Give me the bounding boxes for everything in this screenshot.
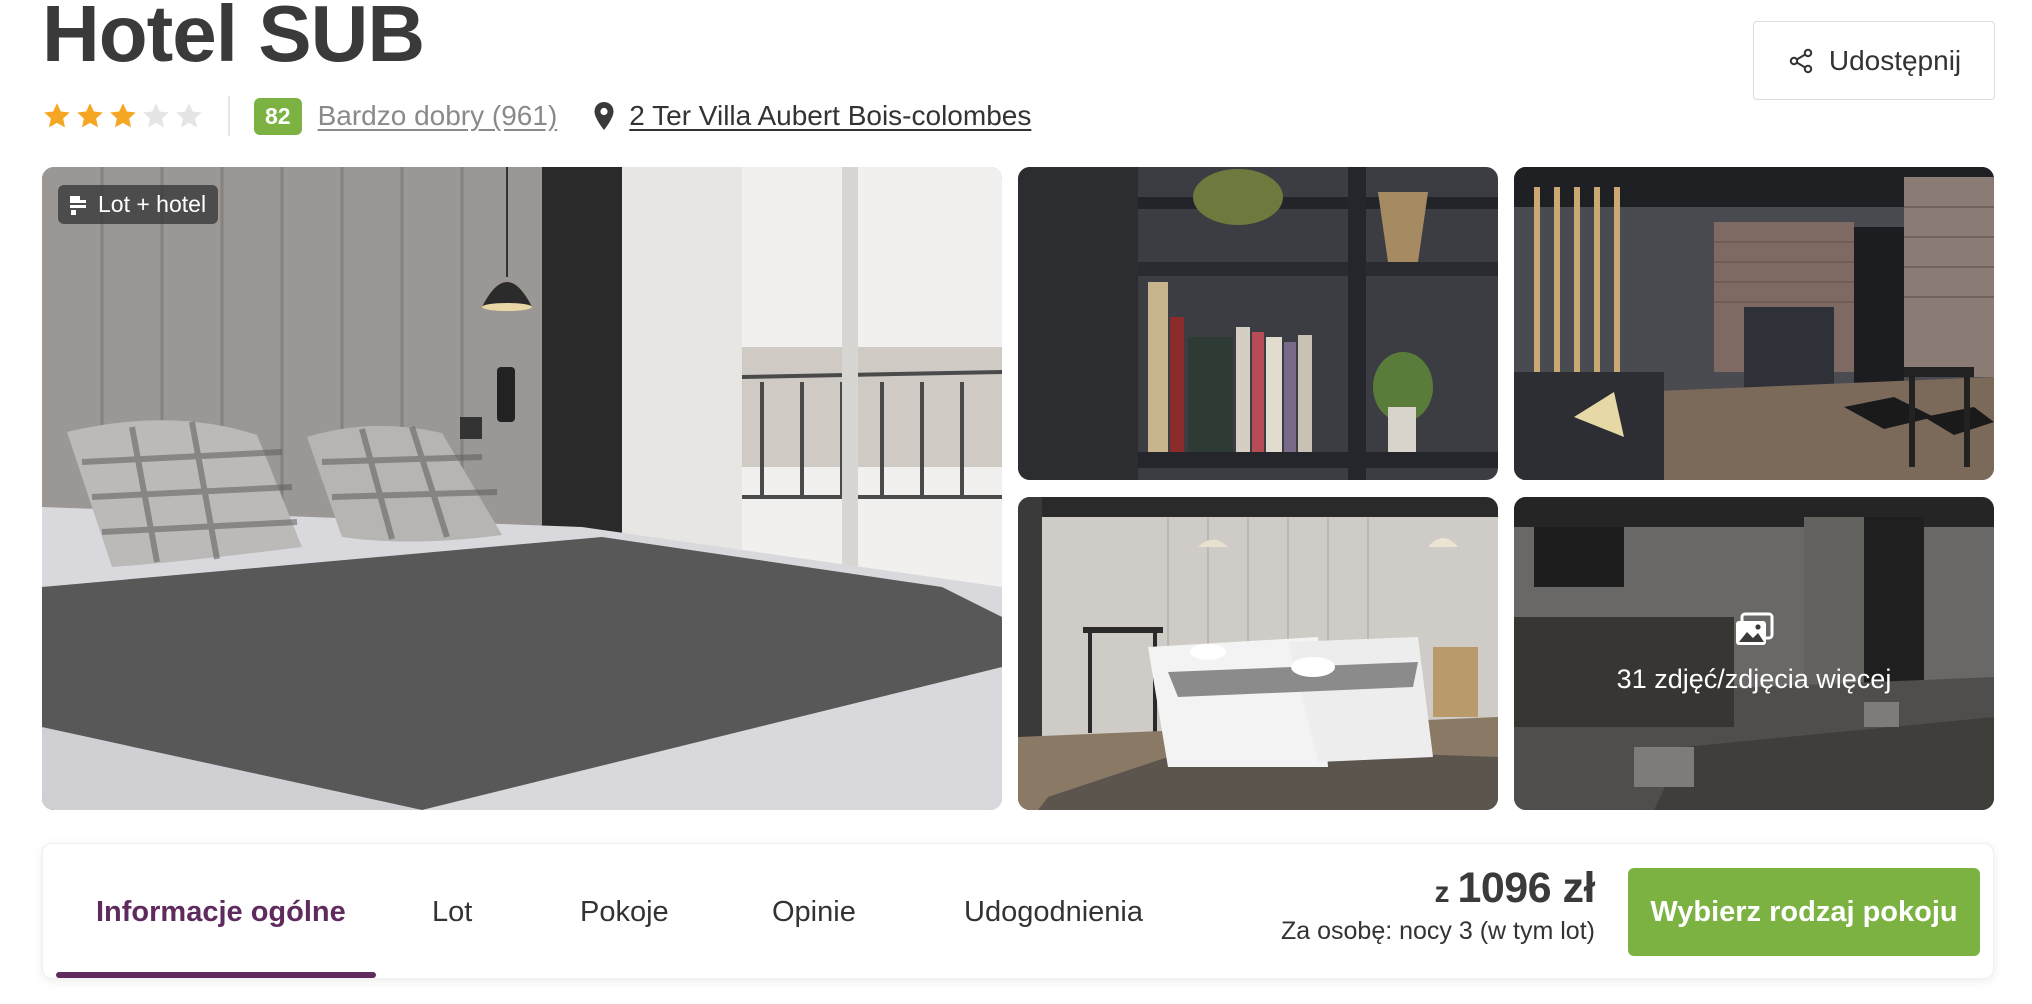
tab-label: Pokoje bbox=[580, 895, 669, 928]
star-empty-icon bbox=[143, 103, 169, 128]
tab-amenities[interactable]: Udogodnienia bbox=[964, 844, 1143, 980]
photo-more-gallery[interactable]: 31 zdjęć/zdjęcia więcej bbox=[1514, 497, 1994, 810]
reviews-link[interactable]: Bardzo dobry (961) bbox=[318, 100, 558, 132]
tab-rooms[interactable]: Pokoje bbox=[580, 844, 669, 980]
star-filled-icon bbox=[110, 103, 136, 128]
main-photo-bedroom[interactable]: Lot + hotel bbox=[42, 167, 1002, 810]
tab-label: Informacje ogólne bbox=[96, 895, 346, 928]
flight-hotel-icon bbox=[70, 195, 86, 215]
more-photos-overlay[interactable]: 31 zdjęć/zdjęcia więcej bbox=[1514, 497, 1994, 810]
star-rating bbox=[42, 101, 204, 131]
star-filled-icon bbox=[77, 103, 103, 128]
price-value: 1096 zł bbox=[1457, 864, 1595, 912]
price-prefix: z bbox=[1434, 876, 1450, 909]
hotel-section-nav: Informacje ogólne Lot Pokoje Opinie Udog… bbox=[42, 843, 1994, 979]
share-button[interactable]: Udostępnij bbox=[1753, 21, 1995, 100]
active-tab-indicator bbox=[56, 972, 376, 978]
tab-label: Udogodnienia bbox=[964, 895, 1143, 928]
score-badge: 82 bbox=[254, 97, 302, 135]
location-pin-icon bbox=[594, 102, 614, 130]
tab-label: Opinie bbox=[772, 895, 856, 928]
price-note: Za osobę: nocy 3 (w tym lot) bbox=[1280, 917, 1595, 945]
photos-icon bbox=[1736, 612, 1774, 645]
choose-room-button[interactable]: Wybierz rodzaj pokoju bbox=[1628, 868, 1980, 956]
photo-twin-room[interactable] bbox=[1018, 497, 1498, 810]
price-summary: z 1096 zł Za osobę: nocy 3 (w tym lot) bbox=[1280, 864, 1596, 946]
divider bbox=[228, 96, 230, 136]
share-label: Udostępnij bbox=[1828, 44, 1962, 76]
more-photos-label: 31 zdjęć/zdjęcia więcej bbox=[1616, 664, 1892, 694]
tab-label: Lot bbox=[432, 895, 473, 928]
flight-hotel-badge: Lot + hotel bbox=[58, 185, 219, 224]
star-filled-icon bbox=[44, 103, 70, 128]
tab-flight[interactable]: Lot bbox=[432, 844, 472, 980]
twin-room-photo bbox=[1018, 497, 1498, 810]
tab-reviews[interactable]: Opinie bbox=[772, 844, 856, 980]
bookshelf-photo bbox=[1018, 167, 1498, 480]
tab-general-info[interactable]: Informacje ogólne bbox=[96, 844, 346, 980]
share-icon bbox=[1789, 48, 1813, 73]
badge-label: Lot + hotel bbox=[98, 191, 207, 217]
photo-lobby[interactable] bbox=[1514, 167, 1994, 480]
hotel-title: Hotel SUB bbox=[42, 0, 425, 78]
lobby-photo bbox=[1514, 167, 1994, 480]
star-empty-icon bbox=[176, 103, 202, 128]
photo-bookshelf[interactable] bbox=[1018, 167, 1498, 480]
bedroom-photo bbox=[42, 167, 1002, 810]
address-link[interactable]: 2 Ter Villa Aubert Bois-colombes bbox=[629, 100, 1031, 132]
hotel-meta-row: 82 Bardzo dobry (961) 2 Ter Villa Aubert… bbox=[42, 94, 1031, 138]
